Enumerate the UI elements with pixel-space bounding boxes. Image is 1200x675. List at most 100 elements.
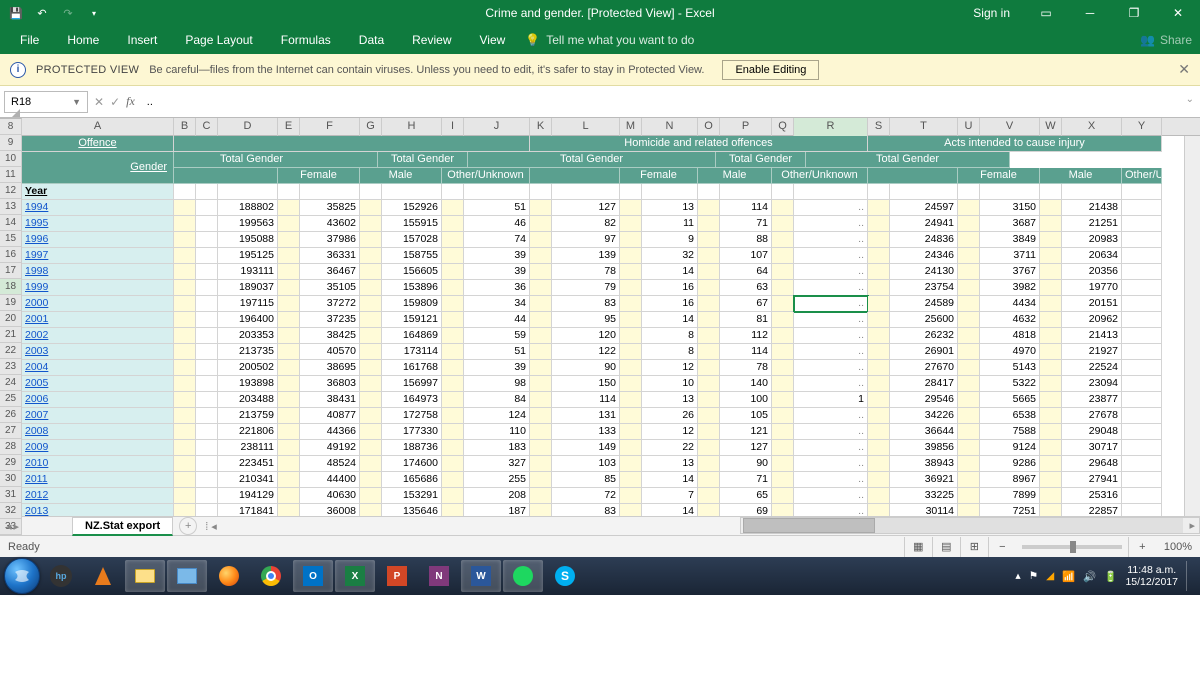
row-header-26[interactable]: 26 — [0, 407, 21, 423]
column-header-Q[interactable]: Q — [772, 118, 794, 136]
column-header-T[interactable]: T — [890, 118, 958, 136]
maximize-button[interactable]: ❐ — [1112, 0, 1156, 26]
row-header-29[interactable]: 29 — [0, 455, 21, 471]
taskbar-word-icon[interactable]: W — [461, 560, 501, 592]
close-button[interactable]: ✕ — [1156, 0, 1200, 26]
page-break-view-icon[interactable]: ⊞ — [960, 537, 988, 557]
taskbar-vlc-icon[interactable] — [83, 560, 123, 592]
column-header-J[interactable]: J — [464, 118, 530, 136]
qat-dropdown-icon[interactable]: ▾ — [82, 2, 106, 24]
redo-icon[interactable]: ↷ — [56, 2, 80, 24]
cells[interactable]: OffenceHomicide and related offencesActs… — [22, 136, 1200, 516]
chevron-down-icon[interactable]: ▼ — [72, 97, 81, 107]
column-header-M[interactable]: M — [620, 118, 642, 136]
row-header-22[interactable]: 22 — [0, 343, 21, 359]
expand-formula-bar-icon[interactable]: ⌄ — [1186, 94, 1194, 105]
taskbar-hp-icon[interactable]: hp — [41, 560, 81, 592]
row-header-23[interactable]: 23 — [0, 359, 21, 375]
zoom-level[interactable]: 100% — [1164, 541, 1192, 553]
normal-view-icon[interactable]: ▦ — [904, 537, 932, 557]
tab-formulas[interactable]: Formulas — [267, 26, 345, 54]
column-header-S[interactable]: S — [868, 118, 890, 136]
show-desktop-button[interactable] — [1186, 561, 1194, 591]
tray-volume-icon[interactable]: 🔊 — [1083, 570, 1096, 583]
row-header-15[interactable]: 15 — [0, 231, 21, 247]
column-header-B[interactable]: B — [174, 118, 196, 136]
row-header-25[interactable]: 25 — [0, 391, 21, 407]
select-all-button[interactable] — [0, 118, 22, 119]
row-header-12[interactable]: 12 — [0, 183, 21, 199]
sign-in-button[interactable]: Sign in — [959, 6, 1024, 20]
row-header-16[interactable]: 16 — [0, 247, 21, 263]
column-header-P[interactable]: P — [720, 118, 772, 136]
tab-review[interactable]: Review — [398, 26, 465, 54]
cancel-icon[interactable]: ✕ — [94, 95, 104, 109]
confirm-icon[interactable]: ✓ — [110, 95, 120, 109]
row-header-27[interactable]: 27 — [0, 423, 21, 439]
zoom-out-button[interactable]: − — [988, 537, 1016, 557]
taskbar-firefox-icon[interactable] — [209, 560, 249, 592]
share-button[interactable]: 👥Share — [1140, 33, 1192, 47]
tab-view[interactable]: View — [466, 26, 520, 54]
row-header-28[interactable]: 28 — [0, 439, 21, 455]
tray-flag-icon[interactable]: ⚑ — [1029, 570, 1038, 582]
column-header-C[interactable]: C — [196, 118, 218, 136]
taskbar-skype-icon[interactable]: S — [545, 560, 585, 592]
column-header-U[interactable]: U — [958, 118, 980, 136]
column-header-F[interactable]: F — [300, 118, 360, 136]
row-header-17[interactable]: 17 — [0, 263, 21, 279]
taskbar-onenote-icon[interactable]: N — [419, 560, 459, 592]
tray-network-icon[interactable]: ◢ — [1046, 570, 1054, 582]
row-header-21[interactable]: 21 — [0, 327, 21, 343]
column-header-H[interactable]: H — [382, 118, 442, 136]
row-header-11[interactable]: 11 — [0, 167, 21, 183]
column-header-Y[interactable]: Y — [1122, 118, 1162, 136]
taskbar-explorer-icon[interactable] — [125, 560, 165, 592]
tab-page-layout[interactable]: Page Layout — [171, 26, 266, 54]
hscroll-split[interactable]: ⁞ ◂ — [197, 517, 225, 535]
tab-insert[interactable]: Insert — [113, 26, 171, 54]
column-header-V[interactable]: V — [980, 118, 1040, 136]
sheet-nav-buttons[interactable]: ◂▸ — [0, 517, 72, 535]
page-layout-view-icon[interactable]: ▤ — [932, 537, 960, 557]
row-header-8[interactable]: 8 — [0, 119, 21, 135]
taskbar-spotify-icon[interactable] — [503, 560, 543, 592]
column-header-K[interactable]: K — [530, 118, 552, 136]
column-header-N[interactable]: N — [642, 118, 698, 136]
column-header-E[interactable]: E — [278, 118, 300, 136]
taskbar-libraries-icon[interactable] — [167, 560, 207, 592]
zoom-slider[interactable] — [1022, 545, 1122, 549]
column-header-R[interactable]: R — [794, 118, 868, 136]
column-header-W[interactable]: W — [1040, 118, 1062, 136]
taskbar-chrome-icon[interactable] — [251, 560, 291, 592]
row-header-14[interactable]: 14 — [0, 215, 21, 231]
tab-file[interactable]: File — [6, 26, 53, 54]
save-icon[interactable]: 💾 — [4, 2, 28, 24]
tray-wifi-icon[interactable]: 📶 — [1062, 570, 1075, 583]
tell-me-search[interactable]: 💡Tell me what you want to do — [525, 33, 694, 47]
column-header-G[interactable]: G — [360, 118, 382, 136]
taskbar-excel-icon[interactable]: X — [335, 560, 375, 592]
tab-home[interactable]: Home — [53, 26, 113, 54]
ribbon-display-icon[interactable]: ▭ — [1024, 0, 1068, 26]
close-icon[interactable]: ✕ — [1178, 61, 1190, 78]
row-header-18[interactable]: 18 — [0, 279, 21, 295]
row-header-9[interactable]: 9 — [0, 135, 21, 151]
row-header-20[interactable]: 20 — [0, 311, 21, 327]
spreadsheet-grid[interactable]: 8910111213141516171819202122232425262728… — [0, 118, 1200, 516]
start-button[interactable] — [4, 558, 40, 594]
taskbar-clock[interactable]: 11:48 a.m.15/12/2017 — [1125, 564, 1178, 588]
minimize-button[interactable]: ─ — [1068, 0, 1112, 26]
column-header-I[interactable]: I — [442, 118, 464, 136]
column-header-X[interactable]: X — [1062, 118, 1122, 136]
tab-data[interactable]: Data — [345, 26, 398, 54]
vertical-scrollbar[interactable] — [1184, 136, 1200, 516]
horizontal-scrollbar[interactable]: ▸ — [740, 517, 1200, 534]
row-header-31[interactable]: 31 — [0, 487, 21, 503]
sheet-tab-active[interactable]: NZ.Stat export — [72, 517, 173, 536]
taskbar-powerpoint-icon[interactable]: P — [377, 560, 417, 592]
formula-input[interactable]: .. — [147, 96, 1196, 108]
taskbar-outlook-icon[interactable]: O — [293, 560, 333, 592]
row-header-10[interactable]: 10 — [0, 151, 21, 167]
enable-editing-button[interactable]: Enable Editing — [722, 60, 819, 80]
